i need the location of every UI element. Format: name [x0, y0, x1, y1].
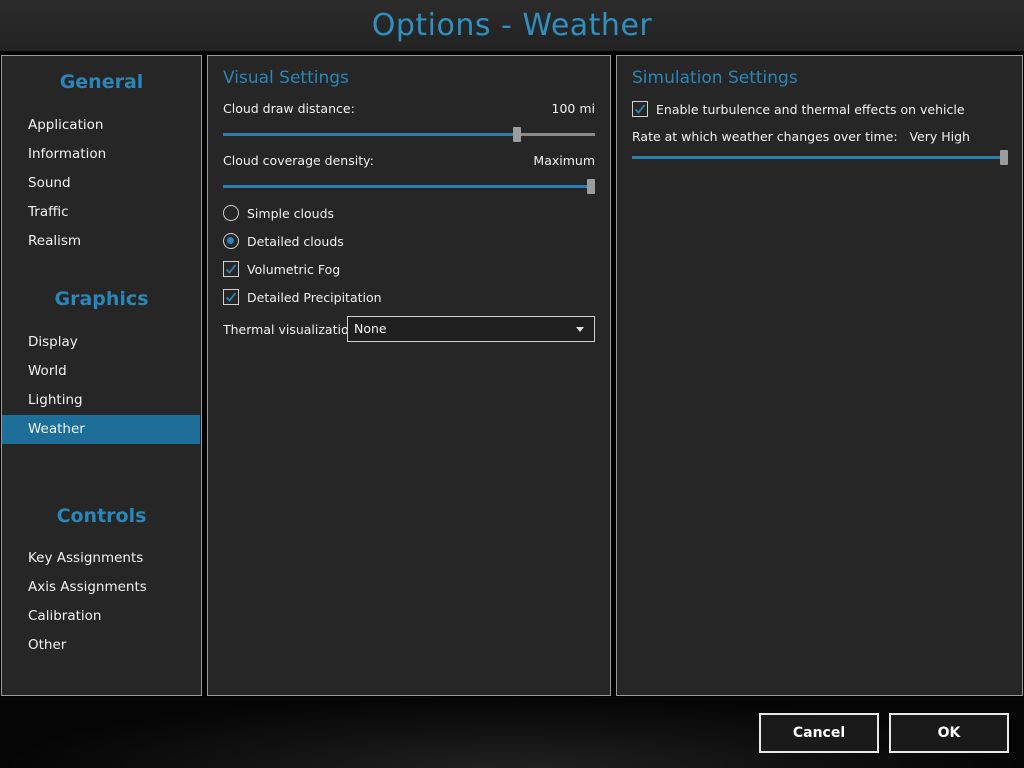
sidebar-item-key-assignments[interactable]: Key Assignments	[2, 544, 201, 573]
sidebar-item-axis-assignments[interactable]: Axis Assignments	[2, 573, 201, 602]
weather-rate-label-text: Rate at which weather changes over time:	[632, 129, 898, 144]
slider-thumb[interactable]	[587, 179, 595, 194]
thermal-visualization-label: Thermal visualization:	[223, 322, 361, 337]
slider-fill	[223, 185, 591, 188]
sidebar-item-sound[interactable]: Sound	[2, 169, 201, 198]
thermal-visualization-dropdown[interactable]: None	[347, 316, 595, 342]
cloud-coverage-slider[interactable]	[223, 179, 595, 194]
sidebar-item-calibration[interactable]: Calibration	[2, 602, 201, 631]
thermal-visualization-value: None	[354, 321, 387, 336]
window-title: Options - Weather	[371, 8, 653, 43]
weather-rate-slider[interactable]	[632, 150, 1008, 165]
section-heading-controls: Controls	[56, 505, 147, 527]
detailed-clouds-label: Detailed clouds	[247, 234, 344, 249]
detailed-clouds-radio[interactable]	[223, 233, 239, 249]
check-icon	[225, 264, 237, 274]
ok-button[interactable]: OK	[889, 713, 1009, 753]
simulation-settings-title: Simulation Settings	[632, 68, 798, 88]
sidebar-item-display[interactable]: Display	[2, 328, 201, 357]
cloud-draw-distance-slider[interactable]	[223, 127, 595, 142]
cloud-coverage-value: Maximum	[533, 153, 595, 168]
visual-settings-panel: Visual Settings Cloud draw distance: 100…	[207, 55, 611, 696]
chevron-down-icon	[576, 327, 584, 332]
weather-rate-value: Very High	[909, 129, 970, 144]
sidebar-item-realism[interactable]: Realism	[2, 227, 201, 256]
simple-clouds-radio[interactable]	[223, 205, 239, 221]
turbulence-label: Enable turbulence and thermal effects on…	[656, 102, 965, 117]
sidebar-item-weather[interactable]: Weather	[2, 415, 200, 444]
cloud-draw-distance-label: Cloud draw distance:	[223, 101, 355, 116]
sidebar: General Application Information Sound Tr…	[1, 55, 202, 696]
title-bar: Options - Weather	[0, 0, 1024, 51]
volumetric-fog-checkbox[interactable]	[223, 261, 239, 277]
cloud-coverage-label: Cloud coverage density:	[223, 153, 374, 168]
sidebar-item-other[interactable]: Other	[2, 631, 201, 660]
turbulence-checkbox[interactable]	[632, 101, 648, 117]
sidebar-item-application[interactable]: Application	[2, 111, 201, 140]
visual-settings-title: Visual Settings	[223, 68, 349, 88]
section-heading-general: General	[59, 71, 144, 93]
detailed-precipitation-label: Detailed Precipitation	[247, 290, 382, 305]
cancel-button[interactable]: Cancel	[759, 713, 879, 753]
volumetric-fog-label: Volumetric Fog	[247, 262, 341, 277]
simple-clouds-label: Simple clouds	[247, 206, 335, 221]
check-icon	[225, 292, 237, 302]
section-heading-graphics: Graphics	[54, 288, 149, 310]
cloud-draw-distance-value: 100 mi	[551, 101, 595, 116]
simulation-settings-panel: Simulation Settings Enable turbulence an…	[616, 55, 1023, 696]
radio-selected-dot	[227, 237, 234, 244]
slider-thumb[interactable]	[1000, 150, 1008, 165]
sidebar-item-lighting[interactable]: Lighting	[2, 386, 201, 415]
weather-rate-label: Rate at which weather changes over time:…	[632, 129, 970, 144]
slider-fill	[223, 133, 517, 136]
sidebar-item-traffic[interactable]: Traffic	[2, 198, 201, 227]
slider-thumb[interactable]	[512, 127, 521, 142]
sidebar-item-information[interactable]: Information	[2, 140, 201, 169]
check-icon	[634, 104, 646, 114]
sidebar-item-world[interactable]: World	[2, 357, 201, 386]
slider-fill	[632, 156, 1004, 159]
detailed-precipitation-checkbox[interactable]	[223, 289, 239, 305]
